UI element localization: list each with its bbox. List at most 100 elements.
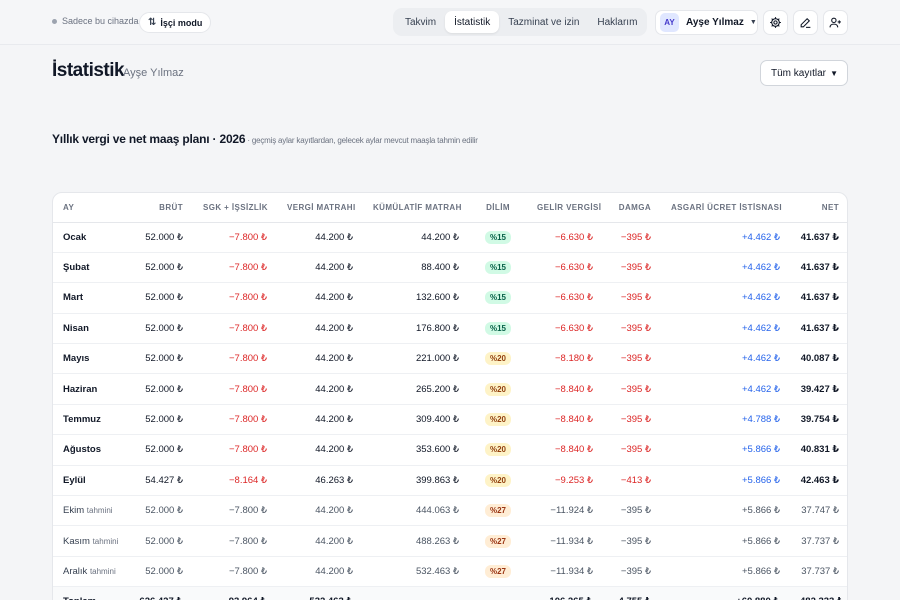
cumulative-base-cell: 399.863 ₺ bbox=[363, 465, 469, 497]
bracket-cell: %20 bbox=[469, 343, 527, 375]
gross-cell: 52.000 ₺ bbox=[125, 404, 193, 436]
bracket-badge: %15 bbox=[484, 321, 511, 335]
total-net: 482.333 ₺ bbox=[790, 586, 847, 600]
bracket-cell: %20 bbox=[469, 404, 527, 436]
page-title: İstatistik bbox=[52, 60, 125, 81]
bracket-badge: %20 bbox=[484, 382, 511, 396]
exemption-cell: +4.788 ₺ bbox=[661, 404, 790, 436]
table-row: Aralık tahmini 52.000 ₺ −7.800 ₺ 44.200 ₺ 53… bbox=[53, 556, 847, 588]
cumulative-base-cell: 132.600 ₺ bbox=[363, 282, 469, 314]
bracket-badge: %15 bbox=[484, 291, 511, 305]
income-tax-cell: −11.924 ₺ bbox=[527, 495, 603, 527]
col-stamp: DAMGA bbox=[603, 193, 661, 223]
net-cell: 40.087 ₺ bbox=[790, 343, 847, 375]
bracket-cell: %20 bbox=[469, 465, 527, 497]
month-cell: Mart bbox=[53, 282, 125, 314]
device-note: Sadece bu cihazda bbox=[52, 16, 139, 26]
gross-cell: 52.000 ₺ bbox=[125, 556, 193, 588]
cumulative-base-cell: 532.463 ₺ bbox=[363, 556, 469, 588]
section-title: Yıllık vergi ve net maaş planı · 2026 · … bbox=[52, 132, 478, 146]
month-label: Ocak bbox=[63, 231, 87, 243]
stamp-cell: −395 ₺ bbox=[603, 252, 661, 284]
month-cell: Kasım tahmini bbox=[53, 525, 125, 557]
top-bar: Sadece bu cihazda ⇅ İşçi modu Takvim İst… bbox=[0, 0, 900, 45]
month-cell: Nisan bbox=[53, 313, 125, 345]
month-label: Ekim bbox=[63, 505, 85, 517]
month-label: Haziran bbox=[63, 383, 98, 395]
income-tax-cell: −8.840 ₺ bbox=[527, 404, 603, 436]
col-sgk: SGK + İŞSİZLİK bbox=[193, 193, 277, 223]
tax-base-cell: 44.200 ₺ bbox=[277, 525, 363, 557]
income-tax-cell: −9.253 ₺ bbox=[527, 465, 603, 497]
gross-cell: 52.000 ₺ bbox=[125, 222, 193, 253]
month-cell: Şubat bbox=[53, 252, 125, 284]
net-cell: 41.637 ₺ bbox=[790, 282, 847, 314]
user-menu[interactable]: AY Ayşe Yılmaz ▼ bbox=[655, 10, 758, 35]
stamp-cell: −395 ₺ bbox=[603, 373, 661, 405]
month-cell: Mayıs bbox=[53, 343, 125, 375]
exemption-cell: +5.866 ₺ bbox=[661, 556, 790, 588]
edit-button[interactable] bbox=[793, 10, 818, 35]
income-tax-cell: −6.630 ₺ bbox=[527, 222, 603, 253]
gross-cell: 52.000 ₺ bbox=[125, 495, 193, 527]
sgk-cell: −7.800 ₺ bbox=[193, 282, 277, 314]
worker-mode-button[interactable]: ⇅ İşçi modu bbox=[139, 12, 212, 33]
bracket-badge: %20 bbox=[484, 413, 511, 427]
total-exemption: +60.880 ₺ bbox=[661, 586, 790, 600]
tax-base-cell: 44.200 ₺ bbox=[277, 434, 363, 466]
exemption-cell: +4.462 ₺ bbox=[661, 252, 790, 284]
income-tax-cell: −6.630 ₺ bbox=[527, 313, 603, 345]
month-cell: Ocak bbox=[53, 222, 125, 253]
col-bracket: DİLİM bbox=[469, 193, 527, 223]
income-tax-cell: −8.840 ₺ bbox=[527, 373, 603, 405]
net-cell: 42.463 ₺ bbox=[790, 465, 847, 497]
sgk-cell: −7.800 ₺ bbox=[193, 495, 277, 527]
table-row: Nisan 52.000 ₺ −7.800 ₺ 44.200 ₺ 176.800 ₺ %1… bbox=[53, 313, 847, 345]
gross-cell: 52.000 ₺ bbox=[125, 282, 193, 314]
add-user-button[interactable] bbox=[823, 10, 848, 35]
bracket-cell: %27 bbox=[469, 495, 527, 527]
stamp-cell: −395 ₺ bbox=[603, 495, 661, 527]
col-cumulative-base: KÜMÜLATİF MATRAH bbox=[363, 193, 469, 223]
section-note: · geçmiş aylar kayıtlardan, gelecek ayla… bbox=[245, 136, 478, 145]
tax-base-cell: 44.200 ₺ bbox=[277, 404, 363, 436]
tab-rights[interactable]: Haklarım bbox=[588, 11, 646, 33]
cumulative-base-cell: 88.400 ₺ bbox=[363, 252, 469, 284]
tax-base-cell: 44.200 ₺ bbox=[277, 282, 363, 314]
net-cell: 41.637 ₺ bbox=[790, 252, 847, 284]
table-row: Eylül 54.427 ₺ −8.164 ₺ 46.263 ₺ 399.863 ₺ %2… bbox=[53, 465, 847, 497]
month-label: Ağustos bbox=[63, 444, 101, 456]
bracket-cell: %27 bbox=[469, 556, 527, 588]
income-tax-cell: −11.934 ₺ bbox=[527, 525, 603, 557]
tab-statistics[interactable]: İstatistik bbox=[445, 11, 500, 33]
sgk-cell: −7.800 ₺ bbox=[193, 313, 277, 345]
table-row: Ocak 52.000 ₺ −7.800 ₺ 44.200 ₺ 44.200 ₺ %15−… bbox=[53, 222, 847, 253]
records-filter-select[interactable]: Tüm kayıtlar ▼ bbox=[760, 60, 848, 86]
bracket-cell: %15 bbox=[469, 252, 527, 284]
tax-base-cell: 44.200 ₺ bbox=[277, 556, 363, 588]
month-cell: Haziran bbox=[53, 373, 125, 405]
col-gross: BRÜT bbox=[125, 193, 193, 223]
month-label: Aralık bbox=[63, 565, 88, 577]
stamp-cell: −395 ₺ bbox=[603, 313, 661, 345]
tax-base-cell: 44.200 ₺ bbox=[277, 343, 363, 375]
total-stamp: −4.755 ₺ bbox=[603, 586, 661, 600]
total-income-tax: −106.265 ₺ bbox=[527, 586, 603, 600]
month-label: Şubat bbox=[63, 262, 90, 274]
tab-calendar[interactable]: Takvim bbox=[396, 11, 445, 33]
income-tax-cell: −6.630 ₺ bbox=[527, 252, 603, 284]
month-cell: Eylül bbox=[53, 465, 125, 497]
month-cell: Temmuz bbox=[53, 404, 125, 436]
income-tax-cell: −8.180 ₺ bbox=[527, 343, 603, 375]
gross-cell: 52.000 ₺ bbox=[125, 525, 193, 557]
chevron-down-icon: ▼ bbox=[830, 68, 838, 78]
tab-compensation-leave[interactable]: Tazminat ve izin bbox=[499, 11, 588, 33]
bracket-badge: %20 bbox=[484, 352, 511, 366]
month-label: Eylül bbox=[63, 474, 86, 486]
settings-button[interactable] bbox=[763, 10, 788, 35]
sgk-cell: −7.800 ₺ bbox=[193, 373, 277, 405]
stamp-cell: −395 ₺ bbox=[603, 525, 661, 557]
net-cell: 39.427 ₺ bbox=[790, 373, 847, 405]
sgk-cell: −7.800 ₺ bbox=[193, 222, 277, 253]
month-label: Mart bbox=[63, 292, 84, 304]
